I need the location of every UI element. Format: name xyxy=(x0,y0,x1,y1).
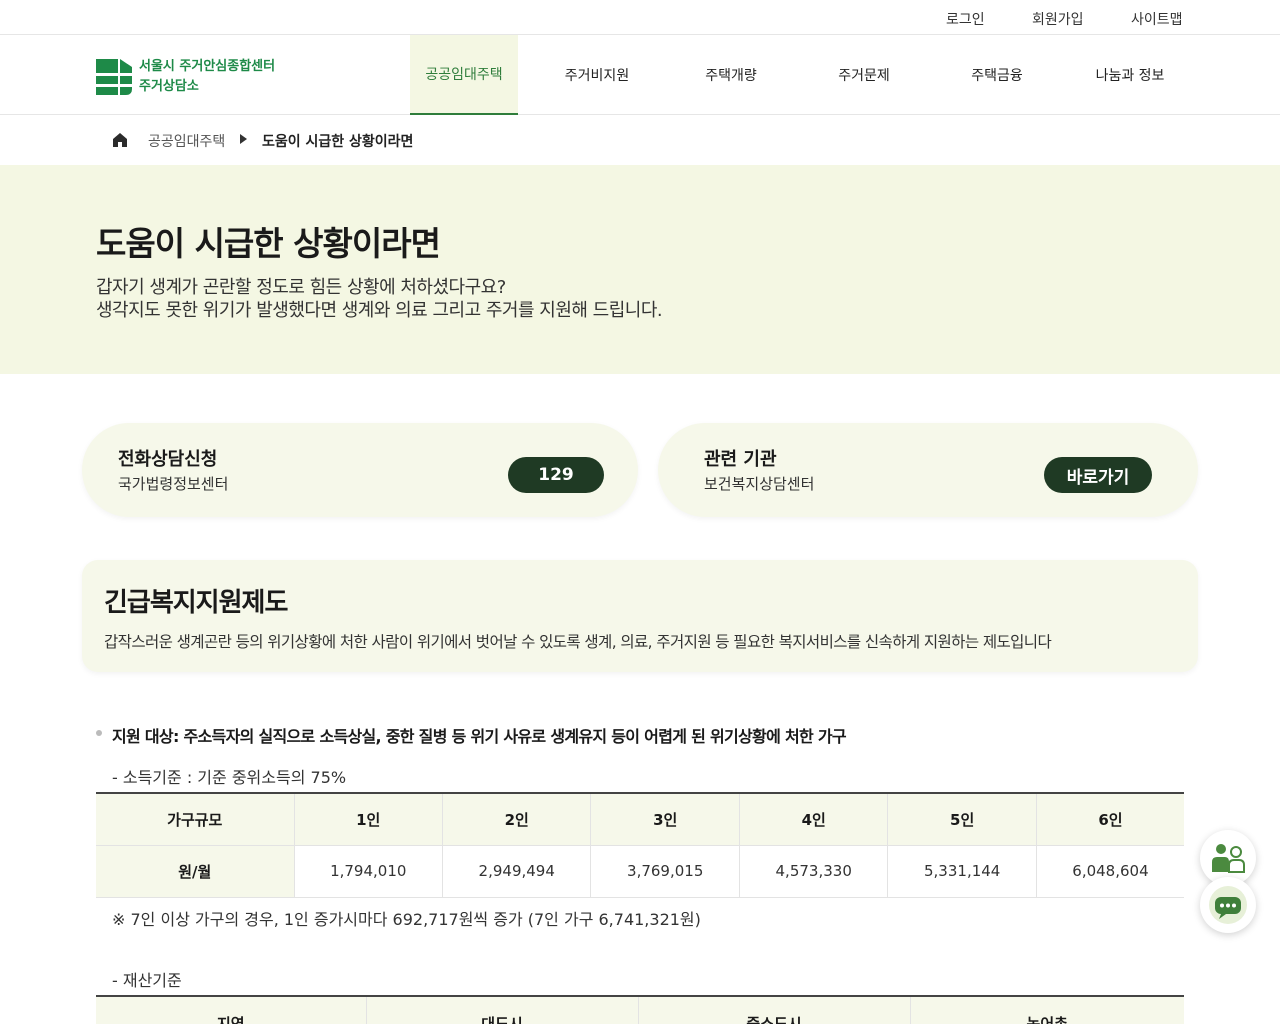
hero-section: 도움이 시급한 상황이라면 갑자기 생계가 곤란할 정도로 힘든 상황에 처하셨… xyxy=(0,165,1280,374)
table-header: 6인 xyxy=(1036,793,1184,846)
breadcrumb: 공공임대주택 도움이 시급한 상황이라면 xyxy=(0,115,1280,165)
nav-housing-issues[interactable]: 주거문제 xyxy=(807,35,921,115)
income-criteria-label: - 소득기준 : 기준 중위소득의 75% xyxy=(112,768,347,787)
table-cell: 6,048,604 xyxy=(1036,845,1184,898)
header: 서울시 주거안심종합센터 주거상담소 공공임대주택 주거비지원 주택개량 주거문… xyxy=(0,35,1280,115)
nav-sharing-info[interactable]: 나눔과 정보 xyxy=(1073,35,1187,115)
table-header: 가구규모 xyxy=(96,793,295,846)
chatbot-icon xyxy=(1209,886,1247,924)
hero-desc-2: 생각지도 못한 위기가 발생했다면 생계와 의료 그리고 주거를 지원해 드립니… xyxy=(96,300,663,321)
counselor-icon xyxy=(1212,844,1245,873)
table-cell: 3,769,015 xyxy=(590,845,740,898)
table-header: 4인 xyxy=(739,793,889,846)
card-title: 전화상담신청 xyxy=(118,449,218,470)
home-icon[interactable] xyxy=(112,132,128,148)
signup-link[interactable]: 회원가입 xyxy=(1032,9,1084,29)
utility-bar: 로그인 회원가입 사이트맵 xyxy=(0,0,1280,35)
table-header: 지역 xyxy=(96,996,367,1024)
section-title: 긴급복지지원제도 xyxy=(104,588,288,618)
card-subtitle: 국가법령정보센터 xyxy=(118,475,229,493)
nav-public-rental[interactable]: 공공임대주택 xyxy=(410,35,518,115)
page-title: 도움이 시급한 상황이라면 xyxy=(96,224,441,263)
phone-consult-card: 전화상담신청 국가법령정보센터 129 xyxy=(82,423,638,517)
breadcrumb-parent[interactable]: 공공임대주택 xyxy=(148,131,225,151)
logo-line-2: 주거상담소 xyxy=(139,79,199,94)
table-header: 5인 xyxy=(887,793,1037,846)
table-header-row: 가구규모 1인 2인 3인 4인 5인 6인 xyxy=(96,793,1184,846)
card-subtitle: 보건복지상담센터 xyxy=(704,475,815,493)
call-129-button[interactable]: 129 xyxy=(508,457,604,493)
table-cell: 4,573,330 xyxy=(739,845,889,898)
table-cell: 1,794,010 xyxy=(294,845,443,898)
asset-criteria-label: - 재산기준 xyxy=(112,971,182,990)
income-table: 가구규모 1인 2인 3인 4인 5인 6인 원/월 1,794,010 2,9… xyxy=(96,792,1184,898)
nav-housing-finance[interactable]: 주택금융 xyxy=(940,35,1054,115)
site-logo[interactable]: 서울시 주거안심종합센터 주거상담소 xyxy=(96,57,275,97)
support-target: 지원 대상: 주소득자의 실직으로 소득상실, 중한 질병 등 위기 사유로 생… xyxy=(112,727,847,746)
nav-housing-cost[interactable]: 주거비지원 xyxy=(540,35,654,115)
related-agency-card: 관련 기관 보건복지상담센터 바로가기 xyxy=(658,423,1198,517)
table-cell: 2,949,494 xyxy=(442,845,592,898)
table-header: 3인 xyxy=(590,793,740,846)
card-title: 관련 기관 xyxy=(704,449,777,470)
table-cell: 5,331,144 xyxy=(887,845,1037,898)
chatbot-fab-button[interactable] xyxy=(1200,877,1256,933)
table-header: 농어촌 xyxy=(910,996,1184,1024)
bullet-icon xyxy=(96,730,102,736)
table-header: 2인 xyxy=(442,793,592,846)
breadcrumb-current: 도움이 시급한 상황이라면 xyxy=(262,134,414,150)
table-header: 대도시 xyxy=(366,996,639,1024)
breadcrumb-arrow-icon xyxy=(240,134,247,144)
row-header: 원/월 xyxy=(96,845,295,898)
emergency-welfare-box: 긴급복지지원제도 갑작스러운 생계곤란 등의 위기상황에 처한 사람이 위기에서… xyxy=(82,560,1198,672)
sitemap-link[interactable]: 사이트맵 xyxy=(1131,9,1183,29)
login-link[interactable]: 로그인 xyxy=(946,9,985,29)
income-note: ※ 7인 이상 가구의 경우, 1인 증가시마다 692,717원씩 증가 (7… xyxy=(112,910,701,929)
table-row: 원/월 1,794,010 2,949,494 3,769,015 4,573,… xyxy=(96,845,1184,898)
table-header-row: 지역 대도시 중소도시 농어촌 xyxy=(96,996,1184,1024)
go-link-button[interactable]: 바로가기 xyxy=(1044,457,1152,493)
table-header: 중소도시 xyxy=(638,996,911,1024)
nav-house-improvement[interactable]: 주택개량 xyxy=(674,35,788,115)
asset-table: 지역 대도시 중소도시 농어촌 xyxy=(96,995,1184,1024)
logo-line-1: 서울시 주거안심종합센터 xyxy=(139,59,276,74)
section-description: 갑작스러운 생계곤란 등의 위기상황에 처한 사람이 위기에서 벗어날 수 있도… xyxy=(104,633,1052,651)
table-header: 1인 xyxy=(294,793,443,846)
logo-house-icon xyxy=(96,59,132,95)
